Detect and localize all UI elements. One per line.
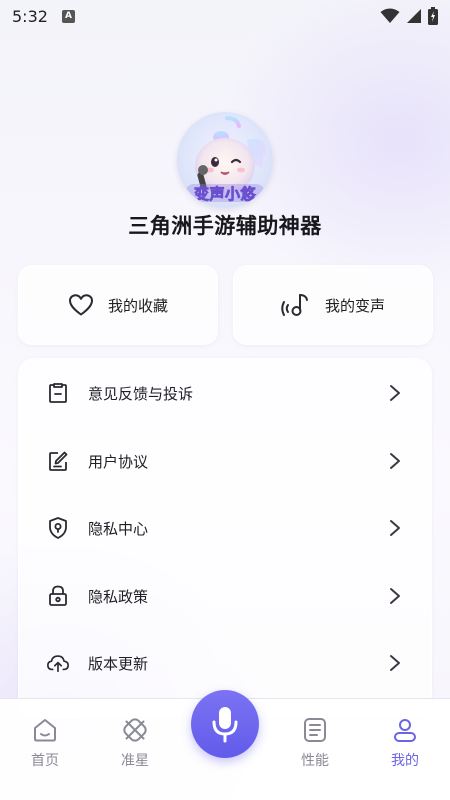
avatar-text: 变声小悠 xyxy=(193,185,256,204)
my-voice-card[interactable]: 我的变声 xyxy=(233,265,433,345)
chevron-right-icon xyxy=(387,451,403,471)
nav-home-label: 首页 xyxy=(31,753,59,769)
signal-icon xyxy=(407,9,421,23)
music-note-icon xyxy=(281,294,308,316)
menu-item-user-agreement[interactable]: 用户协议 xyxy=(19,433,433,489)
avatar-brand-text: 变声小悠 xyxy=(177,183,273,204)
my-voice-label: 我的变声 xyxy=(324,296,385,315)
lock-icon xyxy=(46,584,70,608)
chevron-right-icon xyxy=(387,518,403,538)
profile-icon xyxy=(390,715,420,745)
my-favorites-label: 我的收藏 xyxy=(107,296,168,315)
nav-mine[interactable]: 我的 xyxy=(375,715,435,785)
shield-icon xyxy=(46,516,70,540)
menu-item-privacy-policy-label: 隐私政策 xyxy=(88,587,149,606)
feedback-clipboard-icon xyxy=(46,381,70,405)
nav-performance-label: 性能 xyxy=(301,753,329,769)
chevron-right-icon xyxy=(387,383,403,403)
menu-item-version-update[interactable]: 版本更新 xyxy=(19,635,433,691)
app-title: 三角洲手游辅助神器 xyxy=(128,214,322,238)
home-icon xyxy=(30,715,60,745)
nav-performance[interactable]: 性能 xyxy=(285,715,345,785)
battery-icon xyxy=(428,7,438,25)
menu-item-version-update-label: 版本更新 xyxy=(88,654,149,673)
status-indicators xyxy=(380,7,438,25)
microphone-icon xyxy=(212,707,238,743)
voice-mic-button[interactable] xyxy=(191,690,259,758)
nav-home[interactable]: 首页 xyxy=(15,715,75,785)
avatar[interactable]: 变声小悠 xyxy=(177,112,273,208)
menu-item-user-agreement-label: 用户协议 xyxy=(88,452,149,471)
my-favorites-card[interactable]: 我的收藏 xyxy=(18,265,218,345)
status-time: 5:32 xyxy=(12,6,48,26)
heart-icon xyxy=(68,294,93,316)
menu-item-privacy-policy[interactable]: 隐私政策 xyxy=(19,568,433,624)
notification-icon: A xyxy=(61,9,75,23)
edit-document-icon xyxy=(46,449,70,473)
cloud-upload-icon xyxy=(46,651,70,675)
nav-crosshair-label: 准星 xyxy=(121,753,149,769)
chevron-right-icon xyxy=(387,586,403,606)
menu-item-feedback-label: 意见反馈与投诉 xyxy=(88,384,194,403)
status-bar: 5:32 A xyxy=(0,0,450,32)
menu-item-privacy-center[interactable]: 隐私中心 xyxy=(19,500,433,556)
wifi-icon xyxy=(380,8,400,23)
nav-crosshair[interactable]: 准星 xyxy=(105,715,165,785)
nav-mine-label: 我的 xyxy=(391,753,419,769)
crosshair-icon xyxy=(120,715,150,745)
menu-item-privacy-center-label: 隐私中心 xyxy=(88,519,149,538)
performance-icon xyxy=(300,715,330,745)
settings-menu: 意见反馈与投诉 用户协议 隐私中心 隐私政策 版本更新 xyxy=(18,358,432,718)
menu-item-feedback[interactable]: 意见反馈与投诉 xyxy=(19,365,433,421)
chevron-right-icon xyxy=(387,653,403,673)
